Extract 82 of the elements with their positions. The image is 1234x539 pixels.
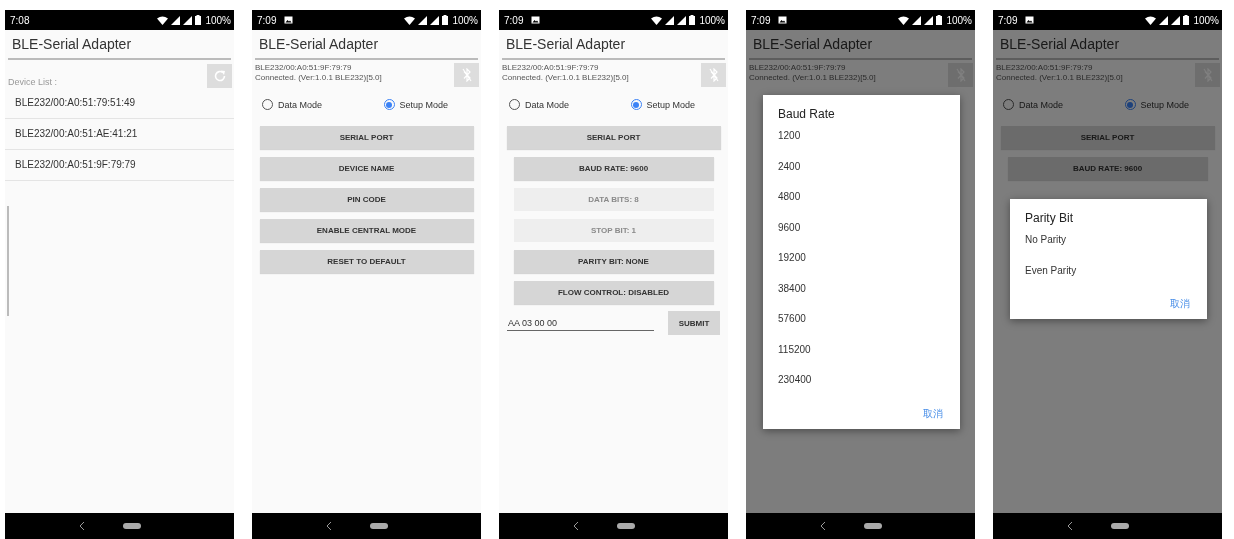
back-icon[interactable] [78, 521, 85, 531]
bluetooth-off-icon [461, 68, 472, 82]
list-label: Device List : [8, 77, 58, 87]
dialog-option[interactable]: 9600 [778, 220, 945, 251]
battery-level: 100% [1193, 14, 1219, 26]
connection-info: BLE232/00:A0:51:9F:79:79 [502, 63, 600, 73]
battery-icon [195, 15, 202, 25]
device-list-item[interactable]: BLE232/00:A0:51:79:51:49 [5, 88, 234, 119]
mode-radio[interactable]: Data Mode [262, 99, 350, 110]
wifi-icon [651, 15, 663, 25]
cancel-button[interactable]: 取消 [921, 406, 945, 421]
app-title: BLE-Serial Adapter [999, 35, 1121, 54]
wifi-icon [1145, 15, 1157, 25]
connection-info: Connected. (Ver:1.0.1 BLE232)[5.0] [502, 73, 629, 83]
status-time: 7:09 [751, 14, 771, 26]
cancel-button[interactable]: 取消 [1168, 297, 1192, 311]
dialog-option[interactable]: 2400 [778, 159, 945, 190]
bluetooth-off-icon [708, 68, 719, 82]
dialog-option[interactable]: 38400 [778, 281, 945, 312]
connection-info: BLE232/00:A0:51:9F:79:79 [749, 63, 847, 73]
status-time: 7:09 [504, 14, 524, 26]
setting-button[interactable]: SERIAL PORT [259, 126, 474, 149]
dialog-option[interactable]: 115200 [778, 342, 945, 373]
dialog-title: Baud Rate [778, 107, 836, 121]
home-pill[interactable] [369, 523, 388, 529]
connection-info: BLE232/00:A0:51:9F:79:79 [255, 63, 353, 73]
dialog-option[interactable]: 4800 [778, 190, 945, 221]
dialog-option[interactable]: 230400 [778, 373, 945, 404]
home-pill[interactable] [122, 523, 141, 529]
back-icon[interactable] [325, 521, 332, 531]
device-list-item[interactable]: BLE232/00:A0:51:AE:41:21 [5, 119, 234, 150]
back-icon[interactable] [572, 521, 579, 531]
wifi-icon [898, 15, 910, 25]
home-pill[interactable] [616, 523, 635, 529]
battery-icon [689, 15, 696, 25]
dialog-option[interactable]: 57600 [778, 312, 945, 343]
battery-level: 100% [699, 14, 725, 26]
battery-level: 100% [452, 14, 478, 26]
setting-button[interactable]: PIN CODE [259, 188, 474, 211]
device-list-item[interactable]: BLE232/00:A0:51:9F:79:79 [5, 150, 234, 181]
dialog-option[interactable]: Even Parity [1025, 263, 1192, 294]
battery-icon [1183, 15, 1190, 25]
app-title: BLE-Serial Adapter [258, 35, 380, 54]
mode-radio[interactable]: Setup Mode [1124, 99, 1212, 110]
back-icon[interactable] [1066, 521, 1073, 531]
battery-level: 100% [946, 14, 972, 26]
wifi-icon [157, 15, 169, 25]
setting-button[interactable]: FLOW CONTROL: DISABLED [513, 281, 714, 304]
status-time: 7:09 [257, 14, 277, 26]
battery-icon [936, 15, 943, 25]
battery-level: 100% [205, 14, 231, 26]
mode-radio[interactable]: Data Mode [509, 99, 597, 110]
setting-button[interactable]: PARITY BIT: NONE [513, 250, 714, 273]
dialog-option[interactable]: 1200 [778, 129, 945, 160]
dialog-title: Parity Bit [1025, 211, 1074, 225]
setting-button[interactable]: RESET TO DEFAULT [259, 250, 474, 273]
app-title: BLE-Serial Adapter [505, 35, 627, 54]
home-pill[interactable] [1110, 523, 1129, 529]
refresh-icon [212, 69, 227, 83]
mode-radio[interactable]: Data Mode [1003, 99, 1091, 110]
setting-button[interactable]: DEVICE NAME [259, 157, 474, 180]
back-icon[interactable] [819, 521, 826, 531]
connection-info: Connected. (Ver:1.0.1 BLE232)[5.0] [749, 73, 876, 83]
mode-radio[interactable]: Setup Mode [383, 99, 471, 110]
setting-button[interactable]: BAUD RATE: 9600 [513, 157, 714, 180]
mode-radio[interactable]: Setup Mode [630, 99, 718, 110]
submit-button[interactable]: SUBMIT [668, 311, 720, 335]
connection-info: Connected. (Ver:1.0.1 BLE232)[5.0] [996, 73, 1123, 83]
wifi-icon [404, 15, 416, 25]
connection-info: BLE232/00:A0:51:9F:79:79 [996, 63, 1094, 73]
dialog-option[interactable]: No Parity [1025, 233, 1192, 264]
battery-icon [442, 15, 449, 25]
status-time: 7:09 [998, 14, 1018, 26]
app-title: BLE-Serial Adapter [752, 35, 874, 54]
setting-button[interactable]: SERIAL PORT [506, 126, 721, 149]
command-input[interactable]: AA 03 00 00 [507, 315, 654, 331]
connection-info: Connected. (Ver:1.0.1 BLE232)[5.0] [255, 73, 382, 83]
setting-button[interactable]: ENABLE CENTRAL MODE [259, 219, 474, 242]
status-time: 7:08 [10, 14, 30, 26]
app-title: BLE-Serial Adapter [11, 35, 133, 54]
home-pill[interactable] [863, 523, 882, 529]
dialog-option[interactable]: 19200 [778, 251, 945, 282]
